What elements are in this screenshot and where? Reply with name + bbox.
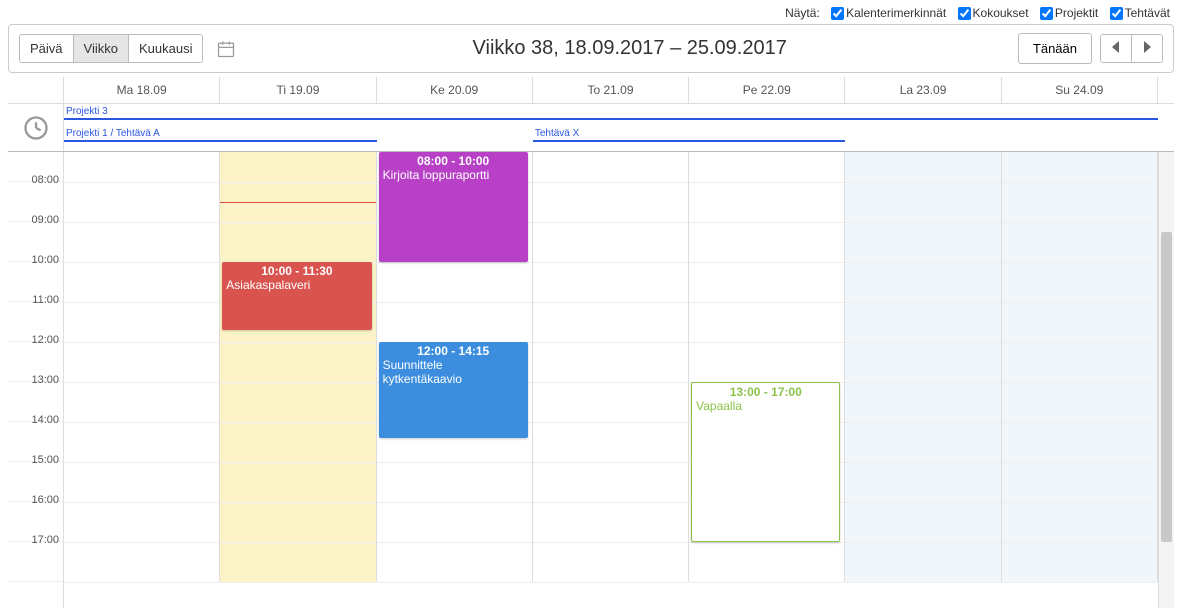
- hour-label: 17:00: [8, 502, 63, 542]
- day-header[interactable]: Pe 22.09: [689, 77, 845, 103]
- event-title: Suunnittele kytkentäkaavio: [383, 358, 524, 386]
- allday-row: Projekti 3 Projekti 1 / Tehtävä A Tehtävä …: [8, 104, 1174, 152]
- day-column[interactable]: 10:00 - 11:30Asiakaspalaveri: [220, 152, 376, 582]
- day-column[interactable]: [533, 152, 689, 582]
- event-title: Kirjoita loppuraportti: [383, 168, 524, 182]
- today-button[interactable]: Tänään: [1018, 33, 1092, 64]
- clock-icon: [22, 114, 50, 142]
- allday-bar[interactable]: Projekti 1 / Tehtävä A: [64, 130, 377, 136]
- allday-bar[interactable]: Projekti 3: [64, 108, 1158, 114]
- day-header-row: Ma 18.09 Ti 19.09 Ke 20.09 To 21.09 Pe 2…: [8, 77, 1174, 104]
- chevron-left-icon: [1111, 41, 1121, 53]
- scrollbar[interactable]: [1158, 152, 1174, 608]
- filter-option-0[interactable]: Kalenterimerkinnät: [831, 6, 946, 20]
- day-column[interactable]: [845, 152, 1001, 582]
- filter-checkbox[interactable]: [1110, 7, 1123, 20]
- day-header[interactable]: La 23.09: [845, 77, 1001, 103]
- event-time: 10:00 - 11:30: [226, 264, 367, 278]
- allday-bar-label: Tehtävä X: [535, 128, 579, 139]
- time-header-spacer: [8, 77, 64, 103]
- event-title: Vapaalla: [696, 399, 835, 413]
- day-header[interactable]: To 21.09: [533, 77, 689, 103]
- view-month-button[interactable]: Kuukausi: [129, 35, 202, 62]
- scroll-spacer: [1158, 104, 1174, 151]
- hour-label: 16:00: [8, 462, 63, 502]
- scroll-spacer: [1158, 77, 1174, 103]
- event-title: Asiakaspalaveri: [226, 278, 367, 292]
- day-header[interactable]: Ke 20.09: [377, 77, 533, 103]
- allday-clock: [8, 104, 64, 151]
- hour-label: 12:00: [8, 302, 63, 342]
- calendar-event[interactable]: 08:00 - 10:00Kirjoita loppuraportti: [379, 152, 528, 262]
- day-header[interactable]: Su 24.09: [1002, 77, 1158, 103]
- filter-option-3[interactable]: Tehtävät: [1110, 6, 1170, 20]
- calendar-icon[interactable]: [211, 34, 241, 64]
- filter-option-1[interactable]: Kokoukset: [958, 6, 1029, 20]
- event-time: 12:00 - 14:15: [383, 344, 524, 358]
- allday-bar[interactable]: Tehtävä X: [533, 130, 846, 136]
- view-switcher: Päivä Viikko Kuukausi: [19, 34, 203, 63]
- calendar-event[interactable]: 12:00 - 14:15Suunnittele kytkentäkaavio: [379, 342, 528, 438]
- chevron-right-icon: [1142, 41, 1152, 53]
- toolbar: Päivä Viikko Kuukausi Viikko 38, 18.09.2…: [8, 24, 1174, 73]
- now-indicator: [220, 202, 375, 203]
- day-column[interactable]: [64, 152, 220, 582]
- calendar: Ma 18.09 Ti 19.09 Ke 20.09 To 21.09 Pe 2…: [8, 77, 1174, 608]
- day-column[interactable]: [1002, 152, 1158, 582]
- calendar-event[interactable]: 13:00 - 17:00Vapaalla: [691, 382, 840, 542]
- day-column[interactable]: 13:00 - 17:00Vapaalla: [689, 152, 845, 582]
- time-column: 08:0009:0010:0011:0012:0013:0014:0015:00…: [8, 152, 64, 608]
- filter-bar: Näytä: Kalenterimerkinnät Kokoukset Proj…: [0, 0, 1182, 24]
- hour-label: 11:00: [8, 262, 63, 302]
- allday-bar-label: Projekti 1 / Tehtävä A: [66, 128, 160, 139]
- hour-label: 10:00: [8, 222, 63, 262]
- calendar-event[interactable]: 10:00 - 11:30Asiakaspalaveri: [222, 262, 371, 330]
- filter-option-2[interactable]: Projektit: [1040, 6, 1098, 20]
- view-day-button[interactable]: Päivä: [20, 35, 74, 62]
- allday-body[interactable]: Projekti 3 Projekti 1 / Tehtävä A Tehtävä …: [64, 104, 1158, 151]
- filter-label: Näytä:: [785, 6, 820, 20]
- filter-checkbox[interactable]: [958, 7, 971, 20]
- hour-label: 15:00: [8, 422, 63, 462]
- hour-label: 09:00: [8, 182, 63, 222]
- hour-label: 14:00: [8, 382, 63, 422]
- day-header[interactable]: Ma 18.09: [64, 77, 220, 103]
- event-time: 13:00 - 17:00: [696, 385, 835, 399]
- filter-checkbox[interactable]: [831, 7, 844, 20]
- calendar-grid: 08:0009:0010:0011:0012:0013:0014:0015:00…: [8, 152, 1174, 608]
- prev-button[interactable]: [1101, 35, 1132, 62]
- event-time: 08:00 - 10:00: [383, 154, 524, 168]
- day-columns: 10:00 - 11:30Asiakaspalaveri08:00 - 10:0…: [64, 152, 1158, 582]
- allday-bar-label: Projekti 3: [66, 106, 108, 117]
- range-title: Viikko 38, 18.09.2017 – 25.09.2017: [241, 37, 1017, 60]
- day-column[interactable]: 08:00 - 10:00Kirjoita loppuraportti 12:00…: [377, 152, 533, 582]
- view-week-button[interactable]: Viikko: [74, 35, 129, 62]
- next-button[interactable]: [1132, 35, 1162, 62]
- scrollbar-thumb[interactable]: [1161, 232, 1172, 542]
- hour-label: 13:00: [8, 342, 63, 382]
- filter-checkbox[interactable]: [1040, 7, 1053, 20]
- grid-body[interactable]: 10:00 - 11:30Asiakaspalaveri08:00 - 10:0…: [64, 152, 1158, 608]
- day-header[interactable]: Ti 19.09: [220, 77, 376, 103]
